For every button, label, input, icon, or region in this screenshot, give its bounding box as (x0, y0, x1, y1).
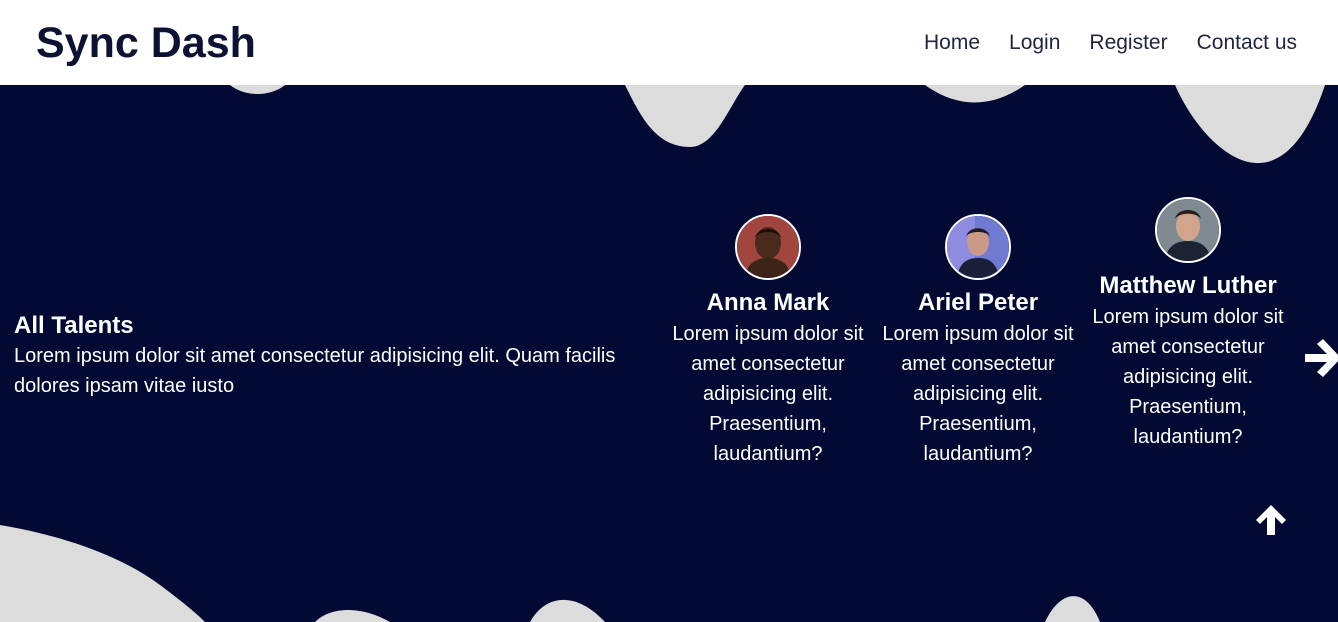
talent-card[interactable]: Ariel Peter Lorem ipsum dolor sit amet c… (878, 214, 1078, 469)
top-navbar: Sync Dash Home Login Register Contact us (0, 0, 1338, 85)
talent-name: Ariel Peter (917, 289, 1039, 316)
section-title: All Talents (14, 312, 134, 339)
talent-bio: Lorem ipsum dolor sit amet consectetur a… (882, 323, 1074, 465)
talent-card[interactable]: Matthew Luther Lorem ipsum dolor sit ame… (1088, 197, 1288, 507)
arrow-up-icon[interactable] (1254, 502, 1288, 536)
section-description: Lorem ipsum dolor sit amet consectetur a… (14, 345, 616, 397)
intro-block: All Talents Lorem ipsum dolor sit amet c… (14, 311, 634, 401)
talents-hero: All Talents Lorem ipsum dolor sit amet c… (0, 85, 1338, 622)
avatar (1155, 197, 1221, 263)
talent-name: Anna Mark (706, 289, 830, 316)
avatar (735, 214, 801, 280)
nav-contact-link[interactable]: Contact us (1197, 28, 1297, 58)
nav-home-link[interactable]: Home (924, 28, 980, 58)
talent-bio: Lorem ipsum dolor sit amet consectetur a… (1092, 306, 1284, 448)
talent-card[interactable]: Anna Mark Lorem ipsum dolor sit amet con… (668, 214, 868, 469)
arrow-right-icon[interactable] (1301, 337, 1338, 379)
brand-logo[interactable]: Sync Dash (36, 16, 256, 70)
nav-login-link[interactable]: Login (1009, 28, 1060, 58)
avatar (945, 214, 1011, 280)
talent-bio: Lorem ipsum dolor sit amet consectetur a… (672, 323, 864, 465)
main-nav: Home Login Register Contact us (924, 28, 1297, 58)
talent-name: Matthew Luther (1099, 272, 1277, 299)
nav-register-link[interactable]: Register (1089, 28, 1167, 58)
